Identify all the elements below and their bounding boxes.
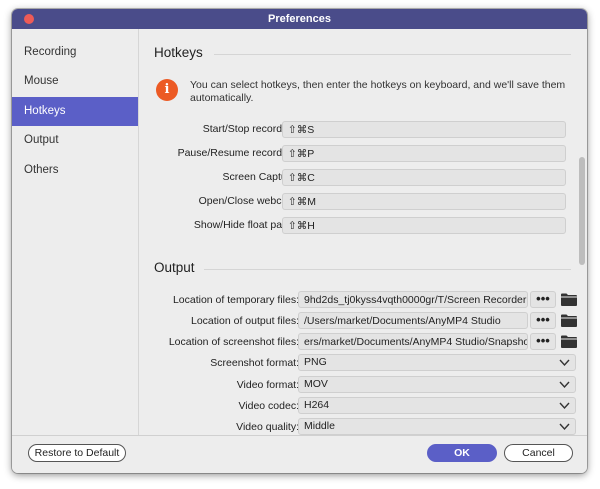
hotkey-field-float-panel[interactable]: ⇧⌘H: [282, 217, 566, 234]
video-codec-value: H264: [304, 399, 330, 411]
video-quality-label: Video quality:: [236, 421, 299, 433]
output-files-label: Location of output files:: [191, 315, 299, 327]
output-files-folder-icon[interactable]: [561, 314, 577, 327]
preferences-window: Preferences Recording Mouse Hotkeys Outp…: [12, 9, 587, 473]
close-window-button[interactable]: [24, 14, 34, 24]
hotkeys-section-title: Hotkeys: [154, 45, 203, 60]
video-format-select[interactable]: MOV: [298, 376, 576, 393]
hotkeys-info-text: You can select hotkeys, then enter the h…: [190, 79, 566, 104]
chevron-down-icon: [559, 402, 570, 410]
sidebar-item-hotkeys[interactable]: Hotkeys: [12, 97, 138, 126]
hotkeys-divider: [214, 54, 571, 55]
temp-files-browse-button[interactable]: •••: [530, 291, 556, 308]
sidebar-item-recording[interactable]: Recording: [12, 38, 138, 67]
window-title: Preferences: [268, 13, 331, 25]
output-divider: [204, 269, 571, 270]
video-format-value: MOV: [304, 378, 328, 390]
cancel-button[interactable]: Cancel: [504, 444, 573, 462]
output-files-browse-button[interactable]: •••: [530, 312, 556, 329]
screenshot-files-path[interactable]: ers/market/Documents/AnyMP4 Studio/Snaps…: [298, 333, 528, 350]
video-quality-select[interactable]: Middle: [298, 418, 576, 435]
sidebar: Recording Mouse Hotkeys Output Others: [12, 29, 139, 435]
hotkey-field-screen-capture[interactable]: ⇧⌘C: [282, 169, 566, 186]
scrollbar[interactable]: [577, 29, 587, 435]
hotkey-field-webcam[interactable]: ⇧⌘M: [282, 193, 566, 210]
screenshot-files-folder-icon[interactable]: [561, 335, 577, 348]
screenshot-files-browse-button[interactable]: •••: [530, 333, 556, 350]
chevron-down-icon: [559, 359, 570, 367]
temp-files-label: Location of temporary files:: [172, 294, 299, 306]
screenshot-format-label: Screenshot format:: [210, 357, 299, 369]
restore-default-button[interactable]: Restore to Default: [28, 444, 126, 462]
video-codec-label: Video codec:: [238, 400, 299, 412]
hotkey-field-start-stop[interactable]: ⇧⌘S: [282, 121, 566, 138]
ok-button[interactable]: OK: [427, 444, 497, 462]
hotkey-label-pause-resume: Pause/Resume recording:: [177, 147, 299, 159]
settings-panel: Hotkeys i You can select hotkeys, then e…: [139, 29, 587, 435]
video-format-label: Video format:: [236, 379, 299, 391]
temp-files-folder-icon[interactable]: [561, 293, 577, 306]
sidebar-item-output[interactable]: Output: [12, 126, 138, 155]
output-files-path[interactable]: /Users/market/Documents/AnyMP4 Studio: [298, 312, 528, 329]
sidebar-item-others[interactable]: Others: [12, 156, 138, 185]
title-bar: Preferences: [12, 9, 587, 29]
info-icon: i: [156, 79, 178, 101]
screenshot-format-value: PNG: [304, 356, 327, 368]
screenshot-files-label: Location of screenshot files:: [168, 336, 299, 348]
sidebar-item-mouse[interactable]: Mouse: [12, 67, 138, 96]
video-quality-value: Middle: [304, 420, 335, 432]
chevron-down-icon: [559, 381, 570, 389]
screenshot-format-select[interactable]: PNG: [298, 354, 576, 371]
footer-bar: Restore to Default OK Cancel: [12, 435, 587, 473]
output-section-title: Output: [154, 260, 195, 275]
video-codec-select[interactable]: H264: [298, 397, 576, 414]
hotkey-field-pause-resume[interactable]: ⇧⌘P: [282, 145, 566, 162]
scrollbar-thumb[interactable]: [579, 157, 585, 265]
chevron-down-icon: [559, 423, 570, 431]
temp-files-path[interactable]: 9hd2ds_tj0kyss4vqth0000gr/T/Screen Recor…: [298, 291, 528, 308]
